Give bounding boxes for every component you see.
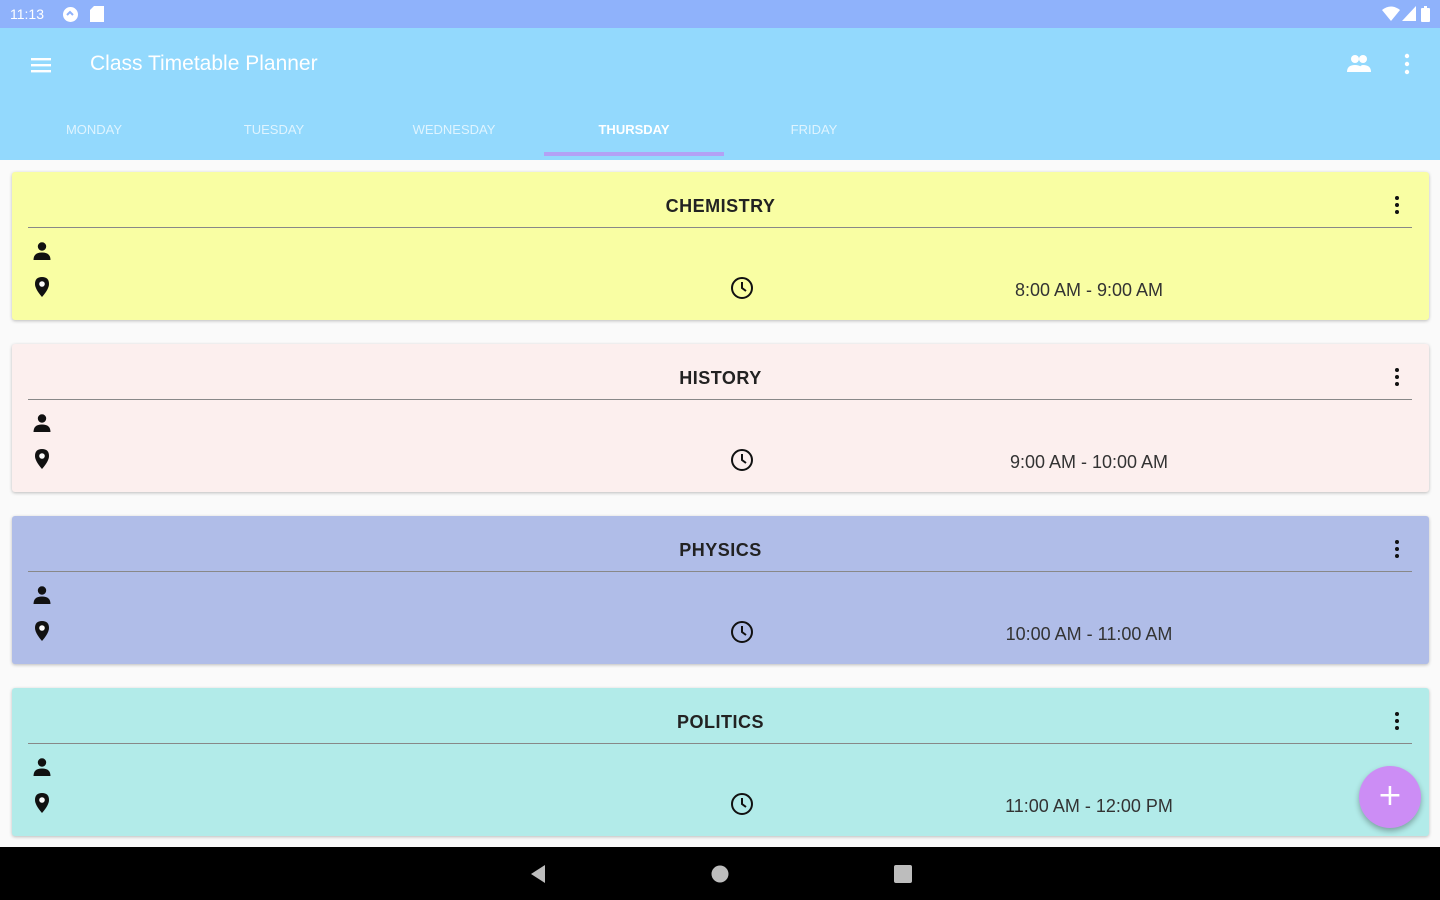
- class-card[interactable]: POLITICS 11:00 AM - 12:00 PM: [12, 688, 1429, 836]
- system-nav-bar: [0, 847, 1440, 900]
- app-bar: Class Timetable Planner MONDAY TUESDAY W…: [0, 28, 1440, 160]
- class-time: 10:00 AM - 11:00 AM: [1005, 624, 1173, 644]
- class-card[interactable]: PHYSICS 10:00 AM - 11:00 AM: [12, 516, 1429, 664]
- more-vert-icon[interactable]: [1390, 194, 1404, 216]
- person-icon: [32, 241, 52, 261]
- add-class-button[interactable]: +: [1359, 766, 1421, 828]
- person-icon: [32, 585, 52, 605]
- class-card[interactable]: HISTORY 9:00 AM - 10:00 AM: [12, 344, 1429, 492]
- app-title: Class Timetable Planner: [90, 52, 318, 75]
- status-bar: 11:13: [0, 0, 1440, 28]
- more-vert-icon[interactable]: [1398, 52, 1416, 76]
- home-icon[interactable]: [710, 864, 730, 889]
- recents-icon[interactable]: [893, 864, 913, 889]
- more-vert-icon[interactable]: [1390, 538, 1404, 560]
- class-time: 8:00 AM - 9:00 AM: [1014, 280, 1164, 300]
- class-subject: POLITICS: [676, 712, 764, 732]
- card-divider: [28, 571, 1412, 572]
- more-vert-icon[interactable]: [1390, 710, 1404, 732]
- clock-icon: [730, 448, 754, 472]
- battery-icon: [1421, 6, 1430, 27]
- class-subject: PHYSICS: [679, 540, 762, 560]
- location-icon: [33, 448, 51, 470]
- card-divider: [28, 743, 1412, 744]
- tab-friday[interactable]: FRIDAY: [724, 110, 904, 160]
- tab-tuesday[interactable]: TUESDAY: [184, 110, 364, 160]
- clock-icon: [730, 620, 754, 644]
- class-time: 11:00 AM - 12:00 PM: [1005, 796, 1173, 816]
- location-icon: [33, 792, 51, 814]
- back-icon[interactable]: [527, 863, 547, 890]
- class-time: 9:00 AM - 10:00 AM: [1009, 452, 1169, 472]
- sync-icon: [62, 6, 79, 28]
- tab-monday[interactable]: MONDAY: [4, 110, 184, 160]
- card-divider: [28, 399, 1412, 400]
- person-icon: [32, 757, 52, 777]
- class-card[interactable]: CHEMISTRY 8:00 AM - 9:00 AM: [12, 172, 1429, 320]
- person-icon: [32, 413, 52, 433]
- menu-icon[interactable]: [28, 52, 54, 78]
- more-vert-icon[interactable]: [1390, 366, 1404, 388]
- location-icon: [33, 620, 51, 642]
- wifi-icon: [1382, 6, 1400, 26]
- class-subject: HISTORY: [679, 368, 762, 388]
- tab-wednesday[interactable]: WEDNESDAY: [364, 110, 544, 160]
- clock-icon: [730, 792, 754, 816]
- card-divider: [28, 227, 1412, 228]
- people-icon[interactable]: [1345, 52, 1373, 76]
- sd-card-icon: [90, 6, 104, 27]
- status-time: 11:13: [10, 6, 44, 22]
- clock-icon: [730, 276, 754, 300]
- signal-icon: [1402, 6, 1416, 26]
- tab-indicator: [544, 152, 724, 156]
- class-subject: CHEMISTRY: [665, 196, 776, 216]
- location-icon: [33, 276, 51, 298]
